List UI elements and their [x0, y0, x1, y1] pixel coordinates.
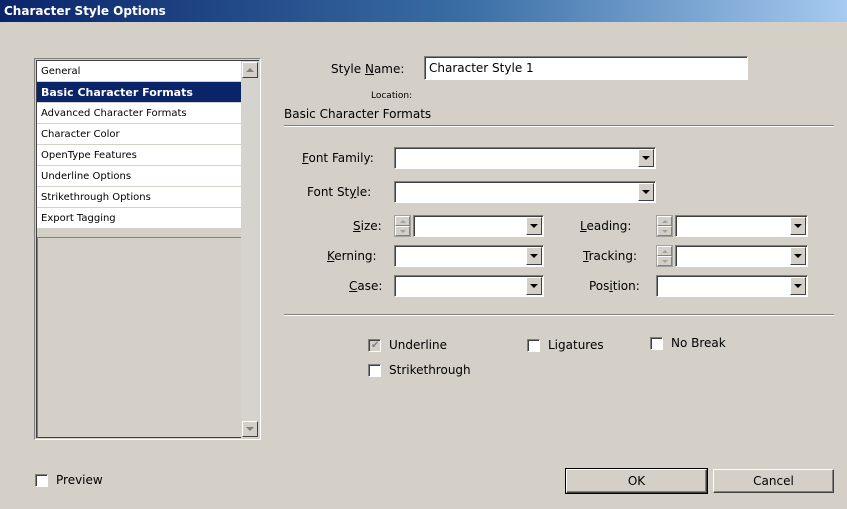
case-label: Case: — [349, 279, 383, 293]
scroll-down-button[interactable] — [242, 421, 258, 437]
ligatures-checkbox[interactable] — [527, 339, 540, 352]
chevron-down-icon — [530, 224, 538, 228]
position-select[interactable] — [656, 275, 808, 297]
underline-checkbox[interactable]: ✔ — [368, 339, 381, 352]
cancel-button[interactable]: Cancel — [713, 469, 834, 493]
leading-increase[interactable] — [657, 216, 672, 226]
check-icon: ✔ — [371, 340, 380, 351]
tracking-increase[interactable] — [657, 246, 672, 256]
font-family-select[interactable] — [394, 147, 656, 169]
font-family-label: Font Family: — [302, 151, 374, 165]
position-dropdown-button[interactable] — [790, 277, 806, 295]
category-strikethrough-options[interactable]: Strikethrough Options — [37, 187, 242, 208]
location-label: Location: — [371, 91, 413, 101]
category-basic-character-formats[interactable]: Basic Character Formats — [37, 82, 242, 103]
arrow-down-icon — [399, 229, 406, 233]
arrow-up-icon — [661, 249, 668, 253]
category-list-items: General Basic Character Formats Advanced… — [37, 61, 242, 229]
tracking-stepper[interactable] — [656, 245, 673, 267]
tracking-label: Tracking: — [583, 249, 638, 263]
no-break-checkbox[interactable] — [650, 337, 663, 350]
font-style-select[interactable] — [394, 181, 656, 203]
size-stepper[interactable] — [394, 215, 411, 237]
ligatures-label: Ligatures — [548, 338, 604, 352]
font-style-dropdown-button[interactable] — [638, 183, 654, 201]
kerning-label: Kerning: — [327, 249, 377, 263]
kerning-dropdown-button[interactable] — [526, 247, 542, 265]
size-decrease[interactable] — [395, 226, 410, 236]
preview-label: Preview — [56, 473, 103, 487]
category-list[interactable]: General Basic Character Formats Advanced… — [34, 58, 261, 440]
strikethrough-label: Strikethrough — [389, 363, 471, 377]
font-family-dropdown-button[interactable] — [638, 149, 654, 167]
category-underline-options[interactable]: Underline Options — [37, 166, 242, 187]
font-style-label: Font Style: — [307, 185, 372, 199]
leading-stepper[interactable] — [656, 215, 673, 237]
underline-label: Underline — [389, 338, 447, 352]
chevron-down-icon — [642, 190, 650, 194]
section-divider — [284, 125, 834, 127]
options-divider — [284, 314, 834, 316]
size-increase[interactable] — [395, 216, 410, 226]
size-dropdown-button[interactable] — [526, 217, 542, 235]
leading-label: Leading: — [580, 219, 632, 233]
case-select[interactable] — [394, 275, 544, 297]
section-title: Basic Character Formats — [284, 107, 432, 121]
tracking-dropdown-button[interactable] — [790, 247, 806, 265]
chevron-down-icon — [530, 284, 538, 288]
arrow-up-icon — [399, 219, 406, 223]
leading-select[interactable] — [675, 215, 808, 237]
chevron-down-icon — [794, 254, 802, 258]
tracking-select[interactable] — [675, 245, 808, 267]
case-dropdown-button[interactable] — [526, 277, 542, 295]
arrow-up-icon — [246, 68, 254, 72]
leading-dropdown-button[interactable] — [790, 217, 806, 235]
chevron-down-icon — [794, 284, 802, 288]
style-name-label: Style Name: — [331, 62, 405, 76]
arrow-down-icon — [246, 427, 254, 431]
category-general[interactable]: General — [37, 61, 242, 82]
scroll-up-button[interactable] — [242, 62, 258, 78]
list-empty-area — [37, 237, 242, 438]
preview-checkbox[interactable] — [35, 474, 48, 487]
leading-decrease[interactable] — [657, 226, 672, 236]
style-name-input[interactable]: Character Style 1 — [424, 56, 748, 80]
arrow-down-icon — [661, 229, 668, 233]
tracking-decrease[interactable] — [657, 256, 672, 266]
category-character-color[interactable]: Character Color — [37, 124, 242, 145]
strikethrough-checkbox[interactable] — [368, 364, 381, 377]
chevron-down-icon — [642, 156, 650, 160]
window-title: Character Style Options — [0, 0, 847, 22]
position-label: Position: — [589, 279, 640, 293]
category-advanced-character-formats[interactable]: Advanced Character Formats — [37, 103, 242, 124]
chevron-down-icon — [530, 254, 538, 258]
size-label: Size: — [353, 219, 382, 233]
ok-button[interactable]: OK — [565, 468, 708, 494]
list-scrollbar[interactable] — [241, 61, 259, 438]
kerning-select[interactable] — [394, 245, 544, 267]
size-select[interactable] — [413, 215, 544, 237]
chevron-down-icon — [794, 224, 802, 228]
arrow-up-icon — [661, 219, 668, 223]
category-opentype-features[interactable]: OpenType Features — [37, 145, 242, 166]
no-break-label: No Break — [671, 336, 726, 350]
arrow-down-icon — [661, 259, 668, 263]
category-export-tagging[interactable]: Export Tagging — [37, 208, 242, 229]
